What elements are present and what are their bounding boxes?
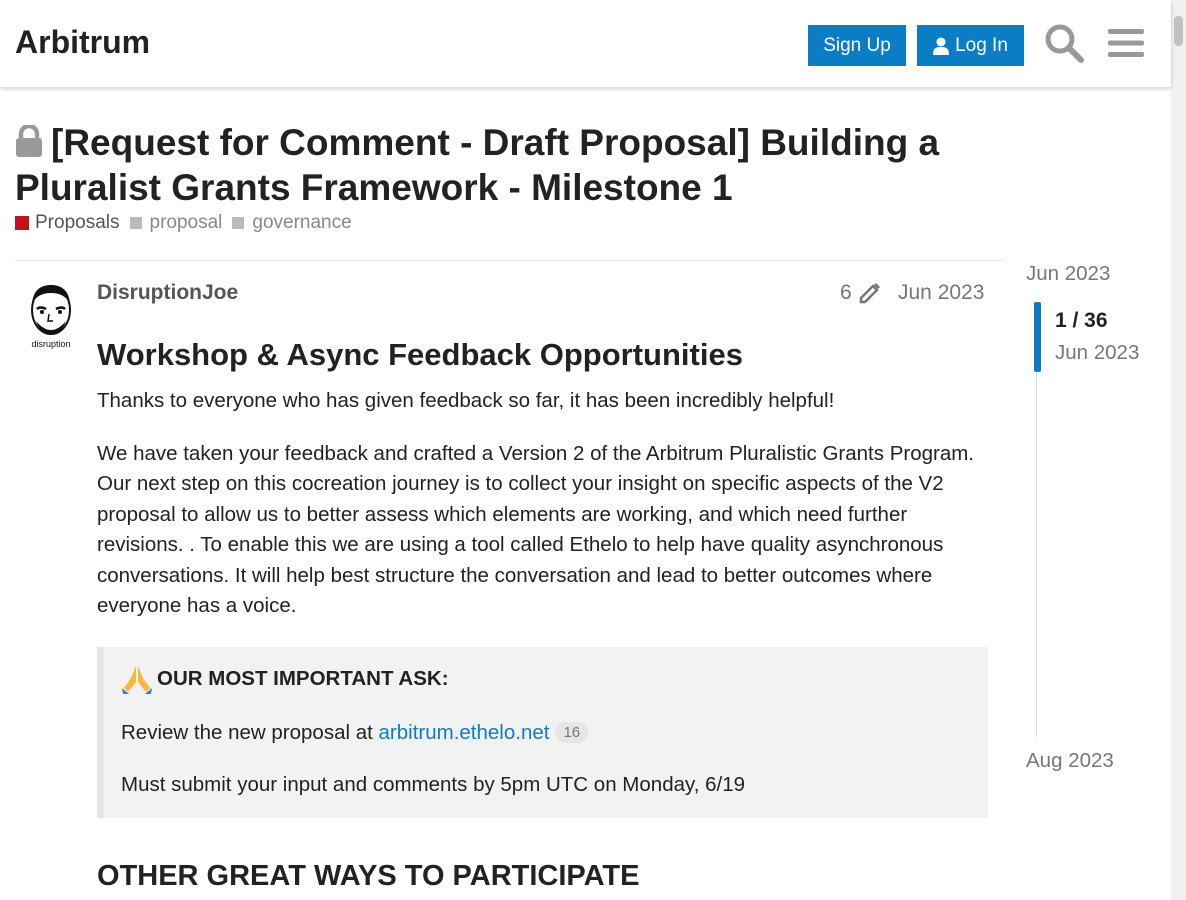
log-in-button[interactable]: Log In xyxy=(917,25,1024,66)
tag-governance[interactable]: governance xyxy=(232,212,352,234)
callout-heading: OUR MOST IMPORTANT ASK: xyxy=(121,664,449,694)
category-badge[interactable]: Proposals xyxy=(15,212,120,234)
hamburger-menu-icon[interactable] xyxy=(1105,22,1147,64)
section-heading: OTHER GREAT WAYS TO PARTICIPATE xyxy=(97,860,640,892)
ethelo-link[interactable]: arbitrum.ethelo.net xyxy=(379,721,550,744)
folded-hands-icon xyxy=(122,666,152,694)
topic-tags: Proposals proposal governance xyxy=(15,212,362,234)
category-label: Proposals xyxy=(35,212,120,233)
avatar[interactable]: disruption xyxy=(24,281,78,351)
post-body: Workshop & Async Feedback Opportunities … xyxy=(97,336,989,644)
topic-title: [Request for Comment - Draft Proposal] B… xyxy=(15,120,1005,210)
post-paragraph: We have taken your feedback and crafted … xyxy=(97,441,975,618)
tag-square-icon xyxy=(129,217,142,229)
site-header: Arbitrum Sign Up Log In xyxy=(0,0,1171,87)
edit-count: 6 xyxy=(840,281,852,304)
tag-proposal[interactable]: proposal xyxy=(129,212,223,234)
post-paragraph: Thanks to everyone who has given feedbac… xyxy=(97,389,835,412)
divider xyxy=(15,260,1003,261)
scrollbar-thumb[interactable] xyxy=(1174,16,1183,46)
callout-blockquote: OUR MOST IMPORTANT ASK: Review the new p… xyxy=(97,647,988,818)
review-prefix: Review the new proposal at xyxy=(121,721,379,744)
sign-up-button[interactable]: Sign Up xyxy=(808,25,906,66)
tag-square-icon xyxy=(232,217,245,229)
user-icon xyxy=(933,37,950,55)
pencil-icon xyxy=(859,283,880,304)
post-heading: Workshop & Async Feedback Opportunities xyxy=(97,337,743,372)
search-icon[interactable] xyxy=(1043,22,1085,64)
category-color-swatch xyxy=(15,216,29,230)
timeline-current-date: Jun 2023 xyxy=(1055,341,1140,364)
topic-title-text[interactable]: [Request for Comment - Draft Proposal] B… xyxy=(15,122,939,208)
timeline-end-date[interactable]: Aug 2023 xyxy=(1026,749,1114,773)
log-in-label: Log In xyxy=(955,34,1008,56)
page-scrollbar[interactable] xyxy=(1171,0,1186,900)
edit-history[interactable]: 6 xyxy=(840,281,882,305)
svg-text:disruption: disruption xyxy=(31,339,70,349)
lock-icon xyxy=(16,125,42,157)
tag-label: governance xyxy=(252,212,352,233)
link-click-count: 16 xyxy=(555,722,589,743)
site-title[interactable]: Arbitrum xyxy=(15,24,150,61)
tag-label: proposal xyxy=(149,212,223,233)
post-date[interactable]: Jun 2023 xyxy=(898,281,984,305)
callout-review-line: Review the new proposal at arbitrum.ethe… xyxy=(121,721,589,745)
callout-deadline: Must submit your input and comments by 5… xyxy=(121,773,746,796)
callout-heading-text: OUR MOST IMPORTANT ASK: xyxy=(157,667,449,690)
timeline-position: 1 / 36 xyxy=(1055,309,1108,332)
timeline-handle[interactable] xyxy=(1034,302,1041,372)
timeline-start-date[interactable]: Jun 2023 xyxy=(1026,262,1110,286)
post-author[interactable]: DisruptionJoe xyxy=(97,281,238,305)
